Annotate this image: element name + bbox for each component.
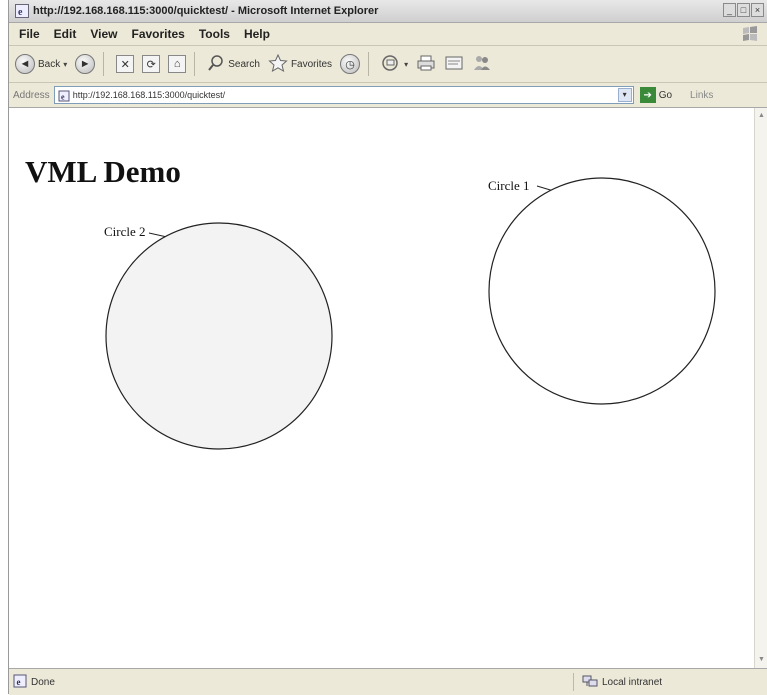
messenger-button[interactable] xyxy=(470,50,494,78)
browser-window: e http://192.168.168.115:3000/quicktest/… xyxy=(8,0,767,695)
address-label: Address xyxy=(13,89,50,101)
circle-1 xyxy=(488,177,716,405)
menu-view[interactable]: View xyxy=(90,27,117,41)
address-field[interactable]: e ▾ xyxy=(53,86,634,104)
mail-icon xyxy=(381,54,401,75)
vertical-scrollbar[interactable]: ▲ ▼ xyxy=(754,108,767,668)
history-button[interactable]: ◷ xyxy=(338,50,362,78)
title-bar: e http://192.168.168.115:3000/quicktest/… xyxy=(9,0,767,23)
toolbar-divider xyxy=(103,52,105,76)
favorites-label: Favorites xyxy=(290,58,333,70)
url-input[interactable] xyxy=(72,90,593,100)
go-arrow-icon: ➔ xyxy=(639,87,656,103)
edit-page-icon xyxy=(444,54,464,75)
zone-text: Local intranet xyxy=(602,676,663,688)
refresh-button[interactable]: ⟳ xyxy=(140,50,162,78)
menu-favorites[interactable]: Favorites xyxy=(131,27,184,41)
scroll-down-icon[interactable]: ▼ xyxy=(756,654,767,666)
svg-text:e: e xyxy=(61,93,65,102)
search-button[interactable]: Search xyxy=(205,50,262,78)
standard-toolbar: ◄ Back ▾ ► ✕ ⟳ ⌂ Search Favorites ◷ ▾ xyxy=(9,46,767,83)
intranet-icon xyxy=(582,674,598,691)
stop-icon: ✕ xyxy=(116,55,135,73)
menu-bar: File Edit View Favorites Tools Help xyxy=(9,23,767,46)
back-button[interactable]: ◄ Back ▾ xyxy=(13,50,69,78)
mail-dropdown-icon[interactable]: ▾ xyxy=(404,60,408,69)
history-icon: ◷ xyxy=(340,54,361,74)
links-button[interactable]: Links xyxy=(690,90,713,101)
circle-2-leader-line xyxy=(148,232,168,238)
toolbar-divider xyxy=(368,52,370,76)
menu-edit[interactable]: Edit xyxy=(54,27,77,41)
favorites-button[interactable]: Favorites xyxy=(266,50,334,78)
mail-button[interactable]: ▾ xyxy=(379,50,410,78)
menu-file[interactable]: File xyxy=(19,27,40,41)
svg-text:e: e xyxy=(17,677,21,687)
forward-button[interactable]: ► xyxy=(73,50,97,78)
circle-2 xyxy=(105,222,333,450)
svg-text:e: e xyxy=(18,7,23,18)
printer-icon xyxy=(416,54,436,75)
vml-canvas xyxy=(105,177,716,450)
menu-help[interactable]: Help xyxy=(244,27,270,41)
edit-button[interactable] xyxy=(442,50,466,78)
security-zone: Local intranet xyxy=(573,673,662,691)
back-dropdown-icon[interactable]: ▾ xyxy=(63,60,67,69)
toolbar-divider xyxy=(194,52,196,76)
close-button[interactable]: × xyxy=(751,3,764,17)
go-label: Go xyxy=(658,89,673,101)
circle-2-label: Circle 2 xyxy=(104,224,146,239)
scroll-up-icon[interactable]: ▲ xyxy=(756,110,767,122)
page-done-icon: e xyxy=(13,674,27,691)
maximize-button[interactable]: □ xyxy=(737,3,750,17)
back-label: Back xyxy=(38,58,61,70)
window-title: http://192.168.168.115:3000/quicktest/ -… xyxy=(33,5,379,17)
page-icon: e xyxy=(58,89,70,102)
menu-tools[interactable]: Tools xyxy=(199,27,230,41)
address-bar: Address e ▾ ➔ Go Links xyxy=(9,83,767,108)
page-content: VML Demo Circle 1 Circle 2 xyxy=(9,108,754,668)
forward-arrow-icon: ► xyxy=(75,54,96,74)
refresh-icon: ⟳ xyxy=(142,55,161,73)
circle-1-label: Circle 1 xyxy=(488,178,530,193)
minimize-button[interactable]: _ xyxy=(723,3,736,17)
home-button[interactable]: ⌂ xyxy=(166,50,188,78)
windows-throbber-icon xyxy=(740,25,760,43)
search-label: Search xyxy=(228,58,260,70)
messenger-icon xyxy=(472,54,492,75)
status-bar: e Done Local intranet xyxy=(9,668,767,695)
go-button[interactable]: ➔ Go xyxy=(639,87,673,103)
address-dropdown-icon[interactable]: ▾ xyxy=(617,88,632,102)
status-text: Done xyxy=(31,676,55,688)
star-icon xyxy=(268,53,288,75)
ie-logo-icon: e xyxy=(15,4,29,18)
search-icon xyxy=(207,54,225,75)
window-controls: _ □ × xyxy=(723,3,764,17)
stop-button[interactable]: ✕ xyxy=(114,50,136,78)
status-left: e Done xyxy=(13,674,573,691)
back-arrow-icon: ◄ xyxy=(15,54,35,74)
home-icon: ⌂ xyxy=(168,55,187,73)
print-button[interactable] xyxy=(414,50,438,78)
